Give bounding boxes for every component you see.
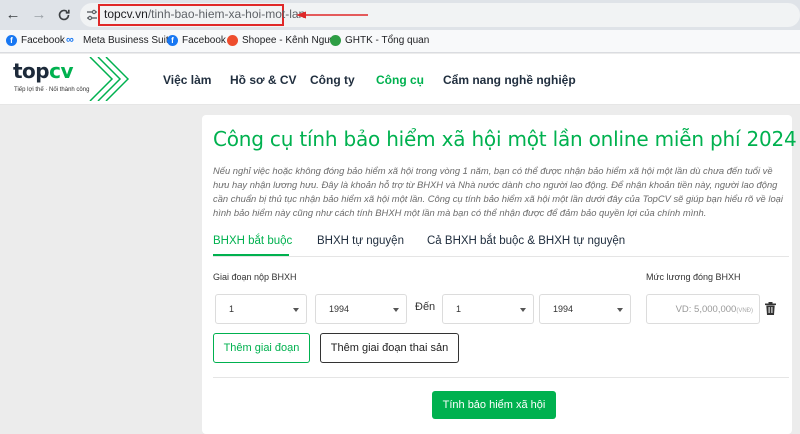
chevron-down-icon <box>393 308 399 312</box>
period-label: Giai đoạn nộp BHXH <box>213 272 297 282</box>
topcv-logo[interactable]: topcv <box>13 59 74 83</box>
calculator-card: Công cụ tính bảo hiểm xã hội một lần onl… <box>202 115 797 434</box>
browser-toolbar: ← → topcv.vn/tinh-bao-hiem-xa-hoi-mot-la… <box>0 0 800 30</box>
nav-cong-ty[interactable]: Công ty <box>310 73 355 87</box>
chevron-down-icon <box>520 308 526 312</box>
reload-icon[interactable] <box>55 6 73 24</box>
from-year-select[interactable]: 1994 <box>315 294 407 324</box>
tab-ca-hai[interactable]: Cả BHXH bắt buộc & BHXH tự nguyện <box>427 235 625 247</box>
add-period-button[interactable]: Thêm giai đoạn <box>213 333 310 363</box>
to-label: Đến <box>415 301 436 313</box>
facebook-icon: f <box>167 35 178 46</box>
facebook-icon: f <box>6 35 17 46</box>
add-maternity-period-button[interactable]: Thêm giai đoạn thai sản <box>320 333 459 363</box>
from-year-value: 1994 <box>329 304 350 314</box>
tab-bhxh-bat-buoc[interactable]: BHXH bắt buộc <box>213 235 292 247</box>
page-title: Công cụ tính bảo hiểm xã hội một lần onl… <box>213 127 797 151</box>
logo-stripes-icon <box>89 57 130 101</box>
bookmark-facebook-2[interactable]: f Facebook <box>167 35 226 46</box>
site-header: topcv Tiếp lợi thế · Nối thành công Việc… <box>0 54 800 105</box>
bookmark-meta-business-suite[interactable]: ∞ Meta Business Suite <box>66 34 175 47</box>
bookmark-label: Shopee - Kênh Ngư... <box>242 35 340 46</box>
back-arrow-icon[interactable]: ← <box>4 6 22 24</box>
bookmark-ghtk[interactable]: GHTK - Tổng quan <box>330 35 429 46</box>
meta-icon: ∞ <box>66 34 74 46</box>
form-divider <box>213 377 789 378</box>
bookmark-label: GHTK - Tổng quan <box>345 35 430 46</box>
from-month-value: 1 <box>229 304 235 314</box>
to-month-value: 1 <box>456 304 462 314</box>
salary-input[interactable]: VD: 5,000,000(VNĐ) <box>646 294 760 324</box>
tab-bhxh-tu-nguyen[interactable]: BHXH tự nguyện <box>317 235 404 247</box>
logo-top: top <box>13 59 50 83</box>
bookmarks-bar: f Facebook ∞ Meta Business Suite f Facebook… <box>0 30 800 53</box>
nav-cam-nang-nghe-nghiep[interactable]: Cẩm nang nghề nghiệp <box>443 73 576 87</box>
to-year-select[interactable]: 1994 <box>539 294 631 324</box>
from-month-select[interactable]: 1 <box>215 294 307 324</box>
logo-cv: cv <box>49 59 74 83</box>
bookmark-label: Facebook <box>21 35 65 46</box>
chevron-down-icon <box>617 308 623 312</box>
forward-arrow-icon[interactable]: → <box>30 6 48 24</box>
bookmark-label: Facebook <box>182 35 226 46</box>
bookmark-facebook[interactable]: f Facebook <box>6 35 65 46</box>
insurance-type-tabs: BHXH bắt buộc BHXH tự nguyện Cả BHXH bắt… <box>202 234 792 257</box>
bookmark-label: Meta Business Suite <box>83 35 175 46</box>
nav-viec-lam[interactable]: Việc làm <box>163 73 211 87</box>
to-year-value: 1994 <box>553 304 574 314</box>
salary-unit: (VNĐ) <box>736 308 753 314</box>
ghtk-icon <box>330 35 341 46</box>
url-path: /tinh-bao-hiem-xa-hoi-mot-lan <box>147 7 306 21</box>
to-month-select[interactable]: 1 <box>442 294 534 324</box>
url-text[interactable]: topcv.vn/tinh-bao-hiem-xa-hoi-mot-lan <box>104 7 305 21</box>
trash-icon[interactable] <box>765 302 776 315</box>
nav-ho-so-cv[interactable]: Hồ sơ & CV <box>230 73 297 87</box>
annotation-arrow-icon <box>296 11 368 19</box>
shopee-icon <box>227 35 238 46</box>
tabs-divider <box>213 256 789 257</box>
chevron-down-icon <box>293 308 299 312</box>
url-host: topcv.vn <box>104 7 148 21</box>
nav-cong-cu[interactable]: Công cụ <box>376 73 424 87</box>
bookmark-shopee[interactable]: Shopee - Kênh Ngư... <box>227 35 339 46</box>
intro-paragraph: Nếu nghỉ việc hoặc không đóng bảo hiểm x… <box>213 165 783 218</box>
logo-tagline: Tiếp lợi thế · Nối thành công <box>14 87 90 93</box>
salary-label: Mức lương đóng BHXH <box>646 272 741 282</box>
salary-placeholder: VD: 5,000,000 <box>675 304 737 315</box>
calculate-button[interactable]: Tính bảo hiểm xã hội <box>432 391 556 419</box>
